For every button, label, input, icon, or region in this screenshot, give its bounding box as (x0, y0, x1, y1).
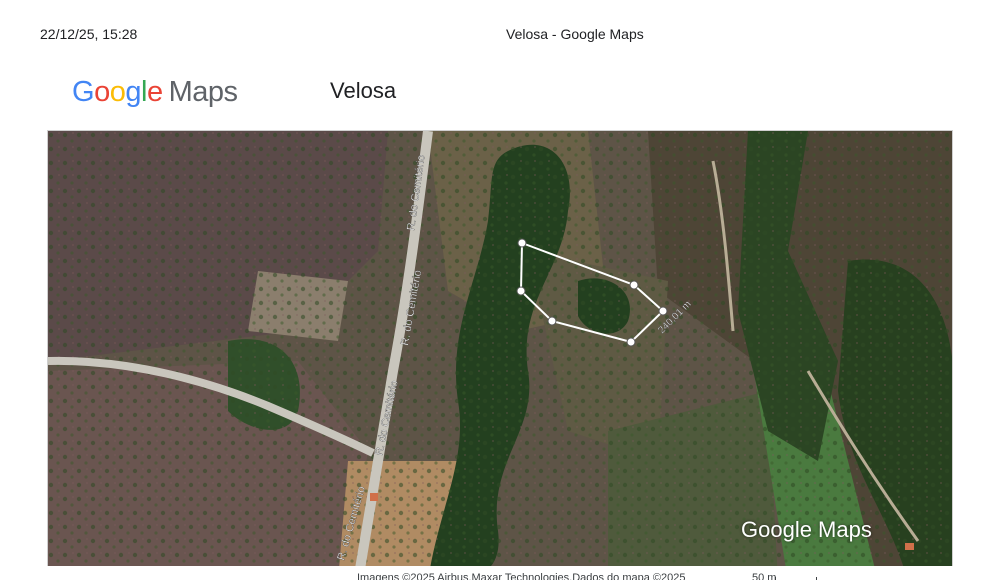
map-attribution: Imagens ©2025 Airbus,Maxar Technologies,… (357, 572, 686, 580)
logo-letter: e (146, 75, 163, 108)
building (905, 543, 914, 550)
measurement-point[interactable] (629, 280, 639, 290)
measurement-point[interactable] (517, 238, 527, 248)
logo-letter: o (94, 75, 110, 108)
scale-label: 50 m (752, 572, 777, 580)
google-maps-watermark: Google Maps (741, 517, 872, 542)
print-date: 22/12/25, 15:28 (40, 26, 138, 42)
map-imagery[interactable]: R. do Cemitério R. do Cemitério R. do Ce… (48, 131, 953, 580)
print-title: Velosa - Google Maps (506, 26, 644, 42)
place-title: Velosa (330, 78, 397, 103)
google-maps-logo: Google Maps (72, 72, 238, 112)
print-header: 22/12/25, 15:28 Velosa - Google Maps (40, 24, 960, 44)
logo-letter: G (72, 75, 95, 108)
satellite-map[interactable]: R. do Cemitério R. do Cemitério R. do Ce… (47, 130, 953, 580)
vegetation-texture (48, 131, 952, 580)
logo-letter: o (109, 75, 126, 108)
measurement-point[interactable] (658, 306, 668, 316)
building (370, 493, 378, 501)
logo-maps-text: Maps (168, 75, 238, 108)
measurement-point[interactable] (547, 316, 557, 326)
logo-wordmark: Google Maps (72, 76, 238, 109)
map-footer: Imagens ©2025 Airbus,Maxar Technologies,… (47, 566, 953, 580)
measurement-point[interactable] (516, 286, 526, 296)
measurement-point[interactable] (626, 337, 636, 347)
logo-letter: g (125, 75, 141, 108)
